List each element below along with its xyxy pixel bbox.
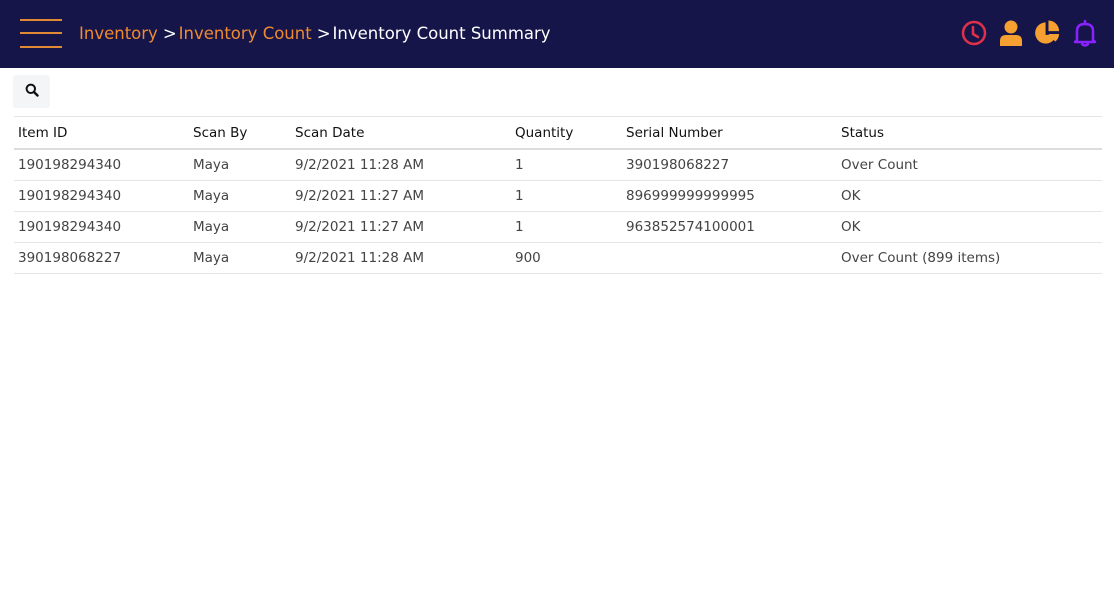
cell-status: OK [841, 219, 861, 235]
cell-status: Over Count (899 items) [841, 250, 1001, 266]
pie-chart-icon[interactable] [1034, 19, 1061, 47]
cell-scan-date: 9/2/2021 11:27 AM [295, 188, 425, 204]
cell-scan-by: Maya [193, 219, 230, 235]
cell-serial-number: 390198068227 [626, 157, 730, 173]
cell-quantity: 1 [515, 157, 524, 173]
header-actions [960, 19, 1098, 47]
table-row[interactable]: 390198068227 Maya 9/2/2021 11:28 AM 900 … [14, 243, 1102, 274]
cell-scan-by: Maya [193, 250, 230, 266]
clock-icon[interactable] [960, 19, 987, 47]
cell-quantity: 1 [515, 219, 524, 235]
breadcrumb-separator: > [162, 24, 177, 43]
breadcrumb: Inventory > Inventory Count > Inventory … [79, 22, 551, 46]
cell-quantity: 900 [515, 250, 541, 266]
cell-serial-number: 963852574100001 [626, 219, 755, 235]
cell-item-id: 190198294340 [18, 188, 122, 204]
breadcrumb-inventory-count[interactable]: Inventory Count [179, 22, 312, 46]
breadcrumb-inventory[interactable]: Inventory [79, 22, 158, 46]
cell-item-id: 190198294340 [18, 219, 122, 235]
cell-scan-date: 9/2/2021 11:28 AM [295, 157, 425, 173]
table-row[interactable]: 190198294340 Maya 9/2/2021 11:28 AM 1 39… [14, 150, 1102, 181]
cell-status: OK [841, 188, 861, 204]
column-header-quantity[interactable]: Quantity [511, 125, 622, 141]
column-header-scan-date[interactable]: Scan Date [291, 125, 511, 141]
user-icon[interactable] [997, 19, 1024, 47]
bell-icon[interactable] [1071, 19, 1098, 47]
table-header-row: Item ID Scan By Scan Date Quantity Seria… [14, 117, 1102, 150]
cell-item-id: 390198068227 [18, 250, 122, 266]
cell-scan-date: 9/2/2021 11:28 AM [295, 250, 425, 266]
breadcrumb-current-page: Inventory Count Summary [332, 24, 551, 43]
column-header-scan-by[interactable]: Scan By [189, 125, 291, 141]
column-header-serial-number[interactable]: Serial Number [622, 125, 837, 141]
cell-scan-date: 9/2/2021 11:27 AM [295, 219, 425, 235]
table-row[interactable]: 190198294340 Maya 9/2/2021 11:27 AM 1 96… [14, 212, 1102, 243]
top-navigation-bar: Inventory > Inventory Count > Inventory … [0, 0, 1114, 68]
cell-status: Over Count [841, 157, 918, 173]
hamburger-menu-icon[interactable] [20, 18, 62, 48]
cell-serial-number: 896999999999995 [626, 188, 755, 204]
cell-scan-by: Maya [193, 157, 230, 173]
column-header-status[interactable]: Status [837, 125, 1102, 141]
cell-quantity: 1 [515, 188, 524, 204]
cell-scan-by: Maya [193, 188, 230, 204]
menu-line [20, 19, 62, 21]
column-header-item-id[interactable]: Item ID [14, 125, 189, 141]
menu-line [20, 32, 62, 34]
menu-line [20, 46, 62, 48]
search-icon [25, 82, 39, 101]
search-button[interactable] [13, 75, 50, 108]
table-row[interactable]: 190198294340 Maya 9/2/2021 11:27 AM 1 89… [14, 181, 1102, 212]
inventory-count-table: Item ID Scan By Scan Date Quantity Seria… [14, 116, 1102, 274]
cell-item-id: 190198294340 [18, 157, 122, 173]
breadcrumb-separator: > [316, 24, 331, 43]
